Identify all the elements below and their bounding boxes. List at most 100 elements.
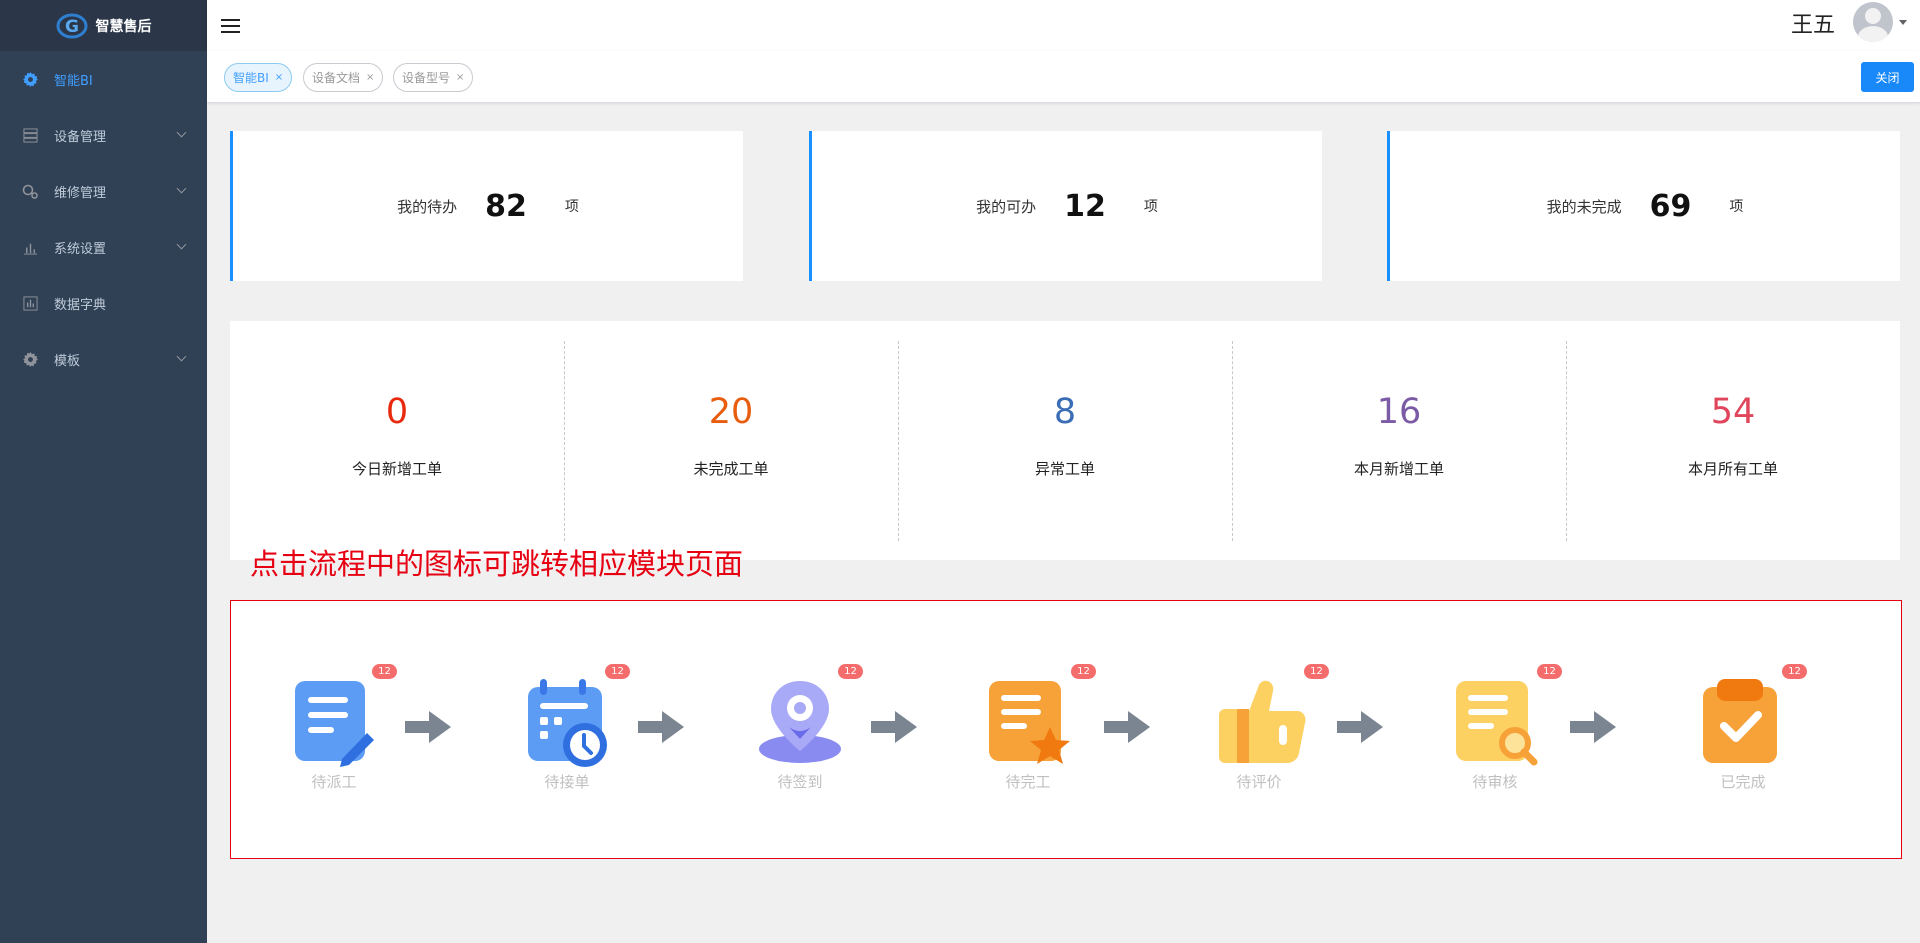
close-icon[interactable]: × <box>456 72 464 83</box>
stat-card-label: 我的可办 <box>976 197 1037 216</box>
chevron-down-icon <box>176 127 187 138</box>
metric-value: 54 <box>1710 392 1756 432</box>
calendar-clock-icon <box>528 679 607 767</box>
flow-step-label: 待评价 <box>1236 773 1282 791</box>
gear-icon <box>22 71 38 87</box>
stat-card-todo[interactable]: 我的待办 82 项 <box>230 131 743 281</box>
stat-card-incomplete[interactable]: 我的未完成 69 项 <box>1387 131 1900 281</box>
metric-label: 今日新增工单 <box>351 460 442 478</box>
sidebar-item-repair[interactable]: 维修管理 <box>0 163 207 219</box>
hamburger-icon[interactable] <box>221 19 240 34</box>
flow-step-dispatch[interactable]: 待派工 <box>294 679 374 799</box>
chevron-down-icon <box>176 351 187 362</box>
caret-down-icon[interactable] <box>1899 20 1907 25</box>
metric-new-month[interactable]: 16 本月新增工单 <box>1232 321 1566 560</box>
stat-card-unit: 项 <box>564 199 579 215</box>
close-icon[interactable]: × <box>275 72 283 83</box>
user-name: 王五 <box>1790 13 1835 38</box>
sidebar: G 智慧售后 智能BI 设备管理 维修管理 系统设置 数据字典 模板 <box>0 0 207 943</box>
metric-abnormal[interactable]: 8 异常工单 <box>898 321 1232 560</box>
tag-label: 设备型号 <box>402 71 451 85</box>
avatar[interactable] <box>1853 2 1893 42</box>
clipboard-check-icon <box>1703 679 1777 763</box>
metric-label: 本月所有工单 <box>1687 460 1778 478</box>
flow-step-badge: 12 <box>1537 664 1562 679</box>
close-button[interactable]: 关闭 <box>1861 62 1914 92</box>
flow-step-badge: 12 <box>372 664 397 679</box>
stat-card-unit: 项 <box>1729 199 1744 215</box>
metric-all-month[interactable]: 54 本月所有工单 <box>1566 321 1900 560</box>
work-order-metrics: 0 今日新增工单 20 未完成工单 8 异常工单 16 本月新增工单 54 本月… <box>230 321 1900 560</box>
flow-step-badge: 12 <box>838 664 863 679</box>
metric-label: 未完成工单 <box>693 460 769 478</box>
arrow-right-icon <box>1570 711 1616 743</box>
sidebar-item-label: 智能BI <box>54 73 93 89</box>
flow-step-badge: 12 <box>605 664 630 679</box>
arrow-right-icon <box>405 711 451 743</box>
dispatch-icon <box>295 681 374 767</box>
arrow-right-icon <box>638 711 684 743</box>
tag-bi[interactable]: 智能BI × <box>224 63 293 92</box>
flow-step-badge: 12 <box>1782 664 1807 679</box>
metric-value: 20 <box>708 392 754 432</box>
thumbs-up-icon <box>1219 680 1306 763</box>
flow-step-done[interactable]: 已完成 <box>1703 679 1783 799</box>
chevron-down-icon <box>176 183 187 194</box>
metric-value: 16 <box>1376 392 1422 432</box>
tags-view: 智能BI × 设备文档 × 设备型号 × 关闭 <box>207 51 1920 103</box>
gear-icon <box>22 351 38 367</box>
close-icon[interactable]: × <box>366 72 374 83</box>
sidebar-item-device[interactable]: 设备管理 <box>0 107 207 163</box>
flow-step-accept[interactable]: 待接单 <box>527 679 607 799</box>
sidebar-item-label: 系统设置 <box>54 241 107 257</box>
flow-step-badge: 12 <box>1071 664 1096 679</box>
flow-step-label: 待完工 <box>1005 773 1051 791</box>
stat-card-value: 12 <box>1064 188 1106 224</box>
metric-new-today[interactable]: 0 今日新增工单 <box>230 321 564 560</box>
sidebar-item-system[interactable]: 系统设置 <box>0 219 207 275</box>
document-star-icon <box>989 681 1070 764</box>
flow-step-audit[interactable]: 待审核 <box>1455 679 1538 799</box>
server-icon <box>22 127 38 143</box>
flow-step-label: 待签到 <box>777 773 823 791</box>
chevron-down-icon <box>176 239 187 250</box>
location-pin-icon <box>759 681 841 763</box>
sidebar-item-template[interactable]: 模板 <box>0 331 207 387</box>
flow-hint-text: 点击流程中的图标可跳转相应模块页面 <box>250 547 744 581</box>
metric-label: 本月新增工单 <box>1353 460 1444 478</box>
sidebar-item-label: 维修管理 <box>54 185 107 201</box>
metric-label: 异常工单 <box>1034 460 1095 478</box>
flow-step-checkin[interactable]: 待签到 <box>755 679 841 799</box>
tag-device-model[interactable]: 设备型号 × <box>393 63 474 92</box>
arrow-right-icon <box>1337 711 1383 743</box>
flow-step-label: 待接单 <box>544 773 590 791</box>
sidebar-item-bi[interactable]: 智能BI <box>0 51 207 107</box>
logo-bar: G 智慧售后 <box>0 0 207 51</box>
sidebar-item-label: 数据字典 <box>54 297 107 313</box>
sidebar-item-dictionary[interactable]: 数据字典 <box>0 275 207 331</box>
metric-value: 8 <box>1053 392 1077 432</box>
app-title: 智慧售后 <box>95 18 152 35</box>
arrow-right-icon <box>871 711 917 743</box>
flow-step-review[interactable]: 待评价 <box>1219 679 1306 799</box>
stat-card-value: 69 <box>1649 188 1692 224</box>
stat-card-available[interactable]: 我的可办 12 项 <box>809 131 1322 281</box>
svg-text:G: G <box>65 17 79 37</box>
metric-value: 0 <box>385 392 409 432</box>
sidebar-menu: 智能BI 设备管理 维修管理 系统设置 数据字典 模板 <box>0 51 207 387</box>
tag-label: 设备文档 <box>312 71 361 85</box>
flow-step-label: 待派工 <box>311 773 357 791</box>
tag-label: 智能BI <box>233 71 269 85</box>
arrow-right-icon <box>1104 711 1150 743</box>
workflow-panel: 待派工 12 待接单 12 待签到 12 待完工 12 待评价 12 待审核 1… <box>230 600 1902 859</box>
chart-box-icon <box>22 295 38 311</box>
stat-card-label: 我的待办 <box>397 197 458 216</box>
top-navbar: 王五 <box>207 0 1920 51</box>
tag-device-docs[interactable]: 设备文档 × <box>303 63 384 92</box>
flow-step-label: 已完成 <box>1720 773 1766 791</box>
metric-incomplete[interactable]: 20 未完成工单 <box>564 321 898 560</box>
wrench-icon <box>22 183 38 199</box>
flow-step-complete[interactable]: 待完工 <box>988 679 1070 799</box>
stat-card-unit: 项 <box>1143 199 1158 215</box>
logo-icon: G <box>56 10 88 42</box>
